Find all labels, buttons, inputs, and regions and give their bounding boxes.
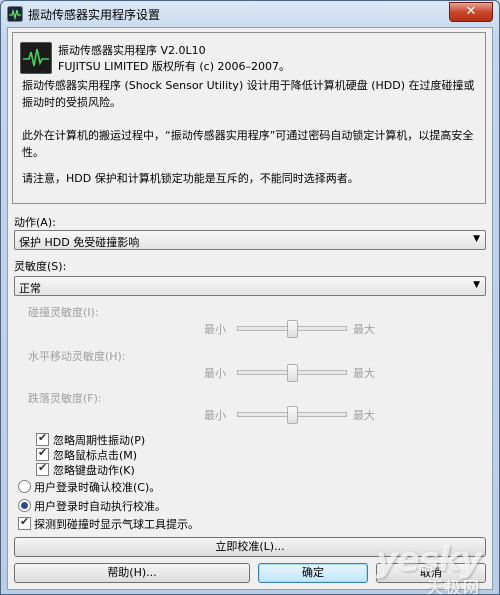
check-icon: ✔ bbox=[38, 431, 48, 444]
close-icon: ✕ bbox=[465, 4, 477, 19]
ignore-mouse-click-label[interactable]: 忽略鼠标点击(M) bbox=[53, 447, 137, 463]
ignore-periodic-vibration-label[interactable]: 忽略周期性振动(P) bbox=[53, 432, 145, 448]
settings-window: 振动传感器实用程序设置 ✕ 振动传感器实用程序 V2.0L10 FUJITSU … bbox=[0, 0, 500, 595]
slider-max-label: 最大 bbox=[353, 409, 375, 422]
ignore-keyboard-label[interactable]: 忽略键盘动作(K) bbox=[53, 462, 135, 478]
version-text: 振动传感器实用程序 V2.0L10 bbox=[58, 44, 206, 57]
description-paragraph-1: 振动传感器实用程序 (Shock Sensor Utility) 设计用于降低计… bbox=[22, 79, 475, 109]
title-bar[interactable]: 振动传感器实用程序设置 ✕ bbox=[1, 1, 499, 27]
sensor-logo-icon bbox=[20, 42, 52, 74]
ignore-periodic-vibration-checkbox[interactable]: ✔ bbox=[36, 431, 49, 446]
drop-sensitivity-row: 最小 最大 bbox=[8, 404, 492, 424]
check-icon: ✔ bbox=[20, 515, 30, 528]
slider-max-label: 最大 bbox=[353, 323, 375, 336]
drop-slider-thumb[interactable] bbox=[287, 406, 298, 424]
dialog-client-area: 振动传感器实用程序 V2.0L10 FUJITSU LIMITED 版权所有 (… bbox=[7, 27, 493, 590]
show-balloon-tip-checkbox[interactable]: ✔ bbox=[18, 515, 31, 530]
confirm-calibration-radio[interactable] bbox=[18, 480, 31, 493]
action-select-value: 保护 HDD 免受碰撞影响 bbox=[19, 236, 140, 249]
radio-dot bbox=[21, 502, 28, 509]
yesky-watermark-logo: yesky 天极网 bbox=[376, 540, 482, 594]
show-balloon-tip-label[interactable]: 探测到碰撞时显示气球工具提示。 bbox=[34, 516, 199, 532]
info-panel: 振动传感器实用程序 V2.0L10 FUJITSU LIMITED 版权所有 (… bbox=[12, 32, 486, 204]
sensitivity-select-value: 正常 bbox=[19, 282, 41, 295]
description-paragraph-2: 此外在计算机的搬运过程中，“振动传感器实用程序”可通过密码自动锁定计算机，以提高… bbox=[22, 129, 474, 159]
action-label: 动作(A): bbox=[14, 216, 56, 229]
chevron-down-icon: ▼ bbox=[473, 234, 480, 244]
sensitivity-label: 灵敏度(S): bbox=[14, 260, 67, 273]
ignore-mouse-click-checkbox[interactable]: ✔ bbox=[36, 446, 49, 461]
slider-min-label: 最小 bbox=[204, 409, 226, 422]
impact-slider-track[interactable] bbox=[237, 320, 347, 338]
impact-sensitivity-row: 最小 最大 bbox=[8, 318, 492, 338]
impact-slider-thumb[interactable] bbox=[287, 320, 298, 338]
horizontal-move-sensitivity-row: 最小 最大 bbox=[8, 362, 492, 382]
close-button[interactable]: ✕ bbox=[449, 2, 493, 22]
check-icon: ✔ bbox=[38, 446, 48, 459]
help-button[interactable]: 帮助(H)... bbox=[14, 563, 250, 583]
window-title: 振动传感器实用程序设置 bbox=[28, 8, 161, 22]
slider-min-label: 最小 bbox=[204, 367, 226, 380]
ignore-keyboard-checkbox[interactable]: ✔ bbox=[36, 461, 49, 476]
watermark-cn-text: 天极网 bbox=[426, 578, 481, 595]
chevron-down-icon: ▼ bbox=[473, 280, 480, 290]
check-icon: ✔ bbox=[38, 461, 48, 474]
horizontal-slider-track[interactable] bbox=[237, 364, 347, 382]
action-select[interactable]: 保护 HDD 免受碰撞影响 ▼ bbox=[14, 230, 486, 250]
confirm-calibration-label[interactable]: 用户登录时确认校准(C)。 bbox=[34, 479, 160, 495]
ok-button[interactable]: 确定 bbox=[258, 563, 368, 583]
horizontal-slider-thumb[interactable] bbox=[287, 364, 298, 382]
drop-slider-track[interactable] bbox=[237, 406, 347, 424]
sensitivity-select[interactable]: 正常 ▼ bbox=[14, 276, 486, 296]
copyright-text: FUJITSU LIMITED 版权所有 (c) 2006–2007。 bbox=[58, 60, 290, 73]
slider-min-label: 最小 bbox=[204, 323, 226, 336]
auto-calibration-label[interactable]: 用户登录时自动执行校准。 bbox=[34, 498, 166, 514]
slider-max-label: 最大 bbox=[353, 367, 375, 380]
description-paragraph-3: 请注意，HDD 保护和计算机锁定功能是互斥的，不能同时选择两者。 bbox=[22, 172, 359, 185]
auto-calibration-radio[interactable] bbox=[18, 499, 31, 512]
app-icon bbox=[7, 6, 23, 22]
